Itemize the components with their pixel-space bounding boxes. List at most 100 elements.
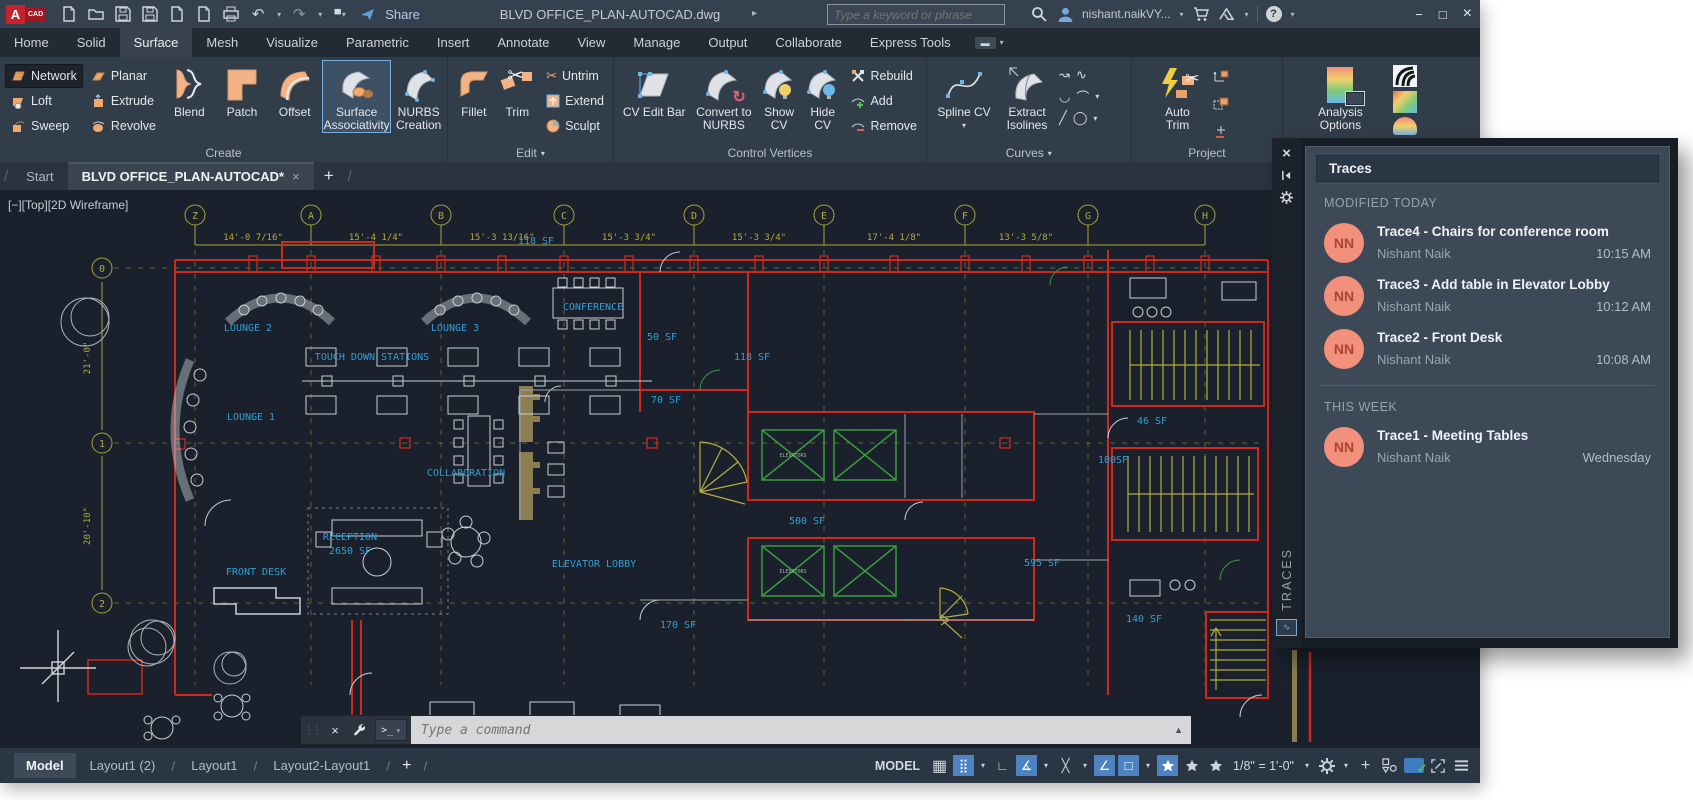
graphics-performance-button[interactable]: ✓ — [1403, 755, 1424, 776]
palette-vertical-title[interactable]: TRACES — [1280, 548, 1294, 611]
arc-tool-icon[interactable]: ⌒ — [1076, 87, 1089, 106]
extend-button[interactable]: Extend — [541, 90, 609, 112]
circle-caret-icon[interactable]: ▾ — [1093, 114, 1097, 123]
panel-label-control-vertices[interactable]: Control Vertices — [614, 144, 926, 162]
autodesk-logo-icon[interactable] — [1218, 5, 1236, 23]
isometric-drafting-toggle[interactable]: ╳ — [1055, 755, 1076, 776]
scale-caret-icon[interactable]: ▾ — [1301, 755, 1313, 776]
fit-curve-icon[interactable]: ∿ — [1076, 67, 1087, 83]
command-history-expand-icon[interactable]: ▲ — [1174, 725, 1191, 735]
isolate-objects-button[interactable] — [1379, 755, 1400, 776]
rebuild-button[interactable]: Rebuild — [846, 65, 922, 87]
annotation-scale-value[interactable]: 1/8" = 1'-0" — [1233, 759, 1294, 773]
palette-close-icon[interactable]: × — [1278, 144, 1296, 162]
new-file-icon[interactable] — [60, 5, 78, 23]
tab-output[interactable]: Output — [694, 28, 761, 57]
user-menu-caret-icon[interactable]: ▾ — [1180, 10, 1184, 19]
layout-tab-layout2-layout1[interactable]: Layout2-Layout1 — [261, 753, 382, 778]
patch-button[interactable]: Patch — [218, 61, 267, 119]
save-as-icon[interactable] — [141, 5, 159, 23]
ortho-mode-toggle[interactable]: ∟ — [992, 755, 1013, 776]
annotation-visibility-toggle[interactable] — [1157, 755, 1178, 776]
redo-caret-icon[interactable]: ▾ — [318, 10, 322, 19]
save-to-web-icon[interactable] — [195, 5, 213, 23]
viewport-controls[interactable]: [−][Top][2D Wireframe] — [8, 198, 128, 212]
undo-caret-icon[interactable]: ▾ — [277, 10, 281, 19]
snap-caret-icon[interactable]: ▾ — [977, 755, 989, 776]
share-label[interactable]: Share — [385, 7, 420, 22]
panel-label-edit[interactable]: Edit▾ — [448, 144, 613, 162]
offset-button[interactable]: Offset — [270, 61, 319, 119]
trace-list-item[interactable]: NN Trace4 - Chairs for conference room N… — [1324, 223, 1651, 263]
surface-associativity-toggle[interactable]: SurfaceAssociativity — [323, 61, 390, 132]
convert-to-nurbs-button[interactable]: ↻ Convert toNURBS — [692, 61, 755, 132]
blend-button[interactable]: Blend — [165, 61, 214, 119]
share-icon[interactable] — [358, 5, 376, 23]
customization-gear-icon[interactable] — [1316, 755, 1337, 776]
help-menu-caret-icon[interactable]: ▾ — [1291, 10, 1295, 19]
blend-curve-icon[interactable]: ↝ — [1059, 67, 1070, 83]
status-menu-button[interactable] — [1451, 755, 1472, 776]
line-tool-icon[interactable]: ╱ — [1059, 110, 1067, 126]
trace-title[interactable]: Trace1 - Meeting Tables — [1377, 428, 1528, 443]
layout-tab-model[interactable]: Model — [14, 753, 76, 778]
panel-label-create[interactable]: Create — [0, 144, 447, 162]
customize-qat-icon[interactable]: ▀▾ — [331, 5, 349, 23]
help-icon[interactable]: ? — [1266, 6, 1282, 22]
curvature-analysis-icon[interactable] — [1393, 91, 1417, 113]
tab-annotate[interactable]: Annotate — [483, 28, 563, 57]
add-cv-button[interactable]: Add — [846, 90, 922, 112]
show-cv-button[interactable]: ShowCV — [759, 61, 799, 132]
sculpt-button[interactable]: Sculpt — [541, 115, 609, 137]
tab-express-tools[interactable]: Express Tools — [856, 28, 965, 57]
signed-in-user[interactable]: nishant.naikVY... — [1082, 7, 1171, 21]
trace-list-item[interactable]: NN Trace1 - Meeting Tables Nishant Naik … — [1324, 427, 1651, 467]
trace-list-item[interactable]: NN Trace2 - Front Desk Nishant Naik 10:0… — [1324, 329, 1651, 369]
ribbon-display-toggle[interactable]: ▬▾ — [965, 28, 1014, 57]
tab-collaborate[interactable]: Collaborate — [761, 28, 856, 57]
nurbs-creation-toggle[interactable]: NURBSCreation — [394, 61, 443, 132]
draft-analysis-icon[interactable] — [1393, 117, 1417, 135]
zebra-analysis-icon[interactable] — [1393, 65, 1417, 87]
save-icon[interactable] — [114, 5, 132, 23]
close-button[interactable]: × — [1463, 5, 1472, 23]
object-snap-toggle[interactable]: □ — [1118, 755, 1139, 776]
project-to-view-button[interactable] — [1208, 93, 1234, 115]
tab-surface[interactable]: Surface — [120, 28, 193, 57]
help-search-box[interactable] — [827, 4, 1005, 25]
tab-view[interactable]: View — [563, 28, 619, 57]
u-curve-icon[interactable]: ◡ — [1059, 89, 1070, 105]
spline-cv-button[interactable]: Spline CV▾ — [933, 61, 995, 132]
file-tab-start[interactable]: Start — [12, 162, 67, 190]
layout-tab-layout1[interactable]: Layout1 — [179, 753, 249, 778]
tab-solid[interactable]: Solid — [63, 28, 120, 57]
polar-caret-icon[interactable]: ▾ — [1040, 755, 1052, 776]
trace-list-item[interactable]: NN Trace3 - Add table in Elevator Lobby … — [1324, 276, 1651, 316]
command-input-area[interactable]: ▲ — [411, 716, 1191, 744]
planar-button[interactable]: Planar — [86, 65, 161, 87]
add-cleanscreen-button[interactable]: + — [1355, 755, 1376, 776]
trace-palette-icon[interactable]: ∿ — [1276, 619, 1297, 636]
arc-caret-icon[interactable]: ▾ — [1095, 92, 1099, 101]
drawing-canvas[interactable]: [−][Top][2D Wireframe] — [0, 190, 1480, 750]
auto-trim-button[interactable]: ✂ AutoTrim — [1152, 61, 1204, 132]
trace-title[interactable]: Trace3 - Add table in Elevator Lobby — [1377, 277, 1610, 292]
grid-display-toggle[interactable]: ▦ — [929, 755, 950, 776]
cv-edit-bar-button[interactable]: CV Edit Bar — [620, 61, 688, 119]
layout-tab-layout1-2[interactable]: Layout1 (2) — [78, 753, 168, 778]
remove-cv-button[interactable]: Remove — [846, 115, 922, 137]
palette-autohide-icon[interactable] — [1278, 166, 1296, 184]
command-input[interactable] — [411, 723, 1174, 738]
project-to-ucs-button[interactable] — [1208, 65, 1234, 87]
palette-properties-gear-icon[interactable] — [1278, 188, 1296, 206]
tab-visualize[interactable]: Visualize — [252, 28, 332, 57]
open-file-icon[interactable] — [87, 5, 105, 23]
loft-button[interactable]: Loft — [6, 90, 82, 112]
sweep-button[interactable]: Sweep — [6, 115, 82, 137]
command-line[interactable]: ⋮⋮ × >_▾ ▲ — [300, 715, 1192, 745]
search-icon[interactable] — [1030, 5, 1048, 23]
title-expand-icon[interactable]: ▸ — [752, 8, 757, 19]
file-tab-close-icon[interactable]: × — [292, 169, 300, 184]
fillet-button[interactable]: Fillet — [454, 61, 494, 119]
tab-home[interactable]: Home — [0, 28, 63, 57]
